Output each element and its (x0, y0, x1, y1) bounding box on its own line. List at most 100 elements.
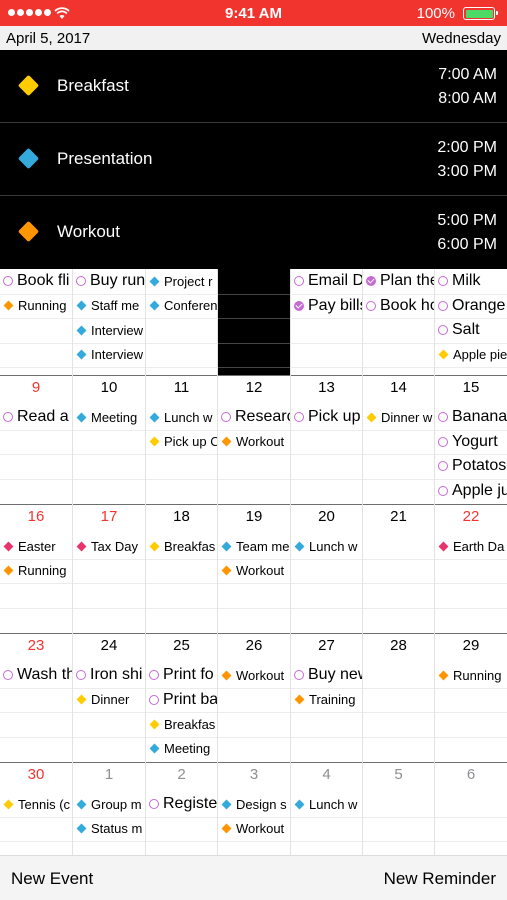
event-diamond-icon[interactable] (149, 743, 160, 754)
calendar-event-item[interactable]: Running (438, 663, 507, 687)
calendar-event-item[interactable]: Workout (221, 817, 290, 841)
event-diamond-icon[interactable] (294, 541, 305, 551)
day-cell[interactable]: Email D Pay bills (291, 269, 363, 375)
reminder-circle-icon[interactable] (294, 276, 304, 286)
reminder-item[interactable]: Registe (149, 792, 217, 816)
calendar-event-item[interactable]: Tax Day (76, 534, 145, 558)
event-diamond-icon[interactable] (3, 300, 14, 311)
reminder-circle-icon[interactable] (294, 412, 304, 422)
reminder-circle-icon[interactable] (438, 412, 448, 422)
calendar-event-item[interactable]: Running (3, 559, 72, 583)
day-cell[interactable]: 26 Workout (218, 633, 291, 762)
reminder-item[interactable]: Plan the (366, 269, 434, 293)
calendar-event-item[interactable]: Running (3, 294, 72, 318)
calendar-event-item[interactable]: Workout (221, 559, 290, 583)
reminder-item[interactable]: Buy run (76, 269, 145, 293)
day-cell[interactable]: 23 Wash th (0, 633, 73, 762)
day-cell[interactable]: 21 (363, 504, 435, 633)
event-diamond-icon[interactable] (149, 719, 160, 729)
reminder-item[interactable]: Pay bills (294, 294, 362, 318)
day-cell[interactable]: 15 Banana Yogurt Potatos Apple ju (435, 375, 507, 504)
reminder-circle-icon[interactable] (438, 485, 448, 496)
calendar-event-item[interactable]: Earth Da (438, 534, 507, 558)
event-diamond-icon[interactable] (221, 565, 232, 576)
reminder-item[interactable]: Salt (438, 318, 507, 342)
day-cell[interactable]: 27 Buy new Training (291, 633, 363, 762)
event-diamond-icon[interactable] (76, 694, 87, 705)
calendar-event-item[interactable]: Design s (221, 792, 290, 816)
reminder-circle-icon[interactable] (221, 412, 231, 422)
day-cell[interactable]: 18 Breakfas (146, 504, 218, 633)
reminder-circle-icon[interactable] (149, 670, 159, 680)
event-diamond-icon[interactable] (76, 325, 87, 335)
event-row-breakfast[interactable]: Breakfast 7:00 AM 8:00 AM (0, 50, 507, 123)
event-row-presentation[interactable]: Presentation 2:00 PM 3:00 PM (0, 123, 507, 196)
event-diamond-icon[interactable] (149, 300, 160, 311)
reminder-item[interactable]: Potatos (438, 454, 507, 478)
reminder-circle-icon[interactable] (3, 276, 13, 286)
day-cell[interactable]: 22 Earth Da (435, 504, 507, 633)
event-diamond-icon[interactable] (221, 823, 232, 834)
event-diamond-icon[interactable] (149, 436, 160, 447)
calendar-event-item[interactable]: Breakfas (149, 712, 217, 736)
day-cell[interactable]: Plan the Book ho (363, 269, 435, 375)
reminder-item[interactable]: Orange (438, 294, 507, 318)
day-cell[interactable]: 11 Lunch w Pick up C (146, 375, 218, 504)
day-cell[interactable]: Buy run Staff me Interview Interview (73, 269, 146, 375)
event-diamond-icon[interactable] (221, 670, 232, 680)
reminder-item[interactable]: Buy new (294, 663, 362, 687)
calendar-event-item[interactable]: Lunch w (149, 405, 217, 429)
day-cell[interactable]: 5 (363, 762, 435, 855)
event-diamond-icon[interactable] (221, 799, 232, 809)
reminder-circle-icon[interactable] (294, 670, 304, 680)
event-diamond-icon[interactable] (438, 349, 449, 360)
reminder-circle-icon[interactable] (76, 276, 86, 286)
reminder-item[interactable]: Wash th (3, 663, 72, 687)
reminder-item[interactable]: Milk (438, 269, 507, 293)
day-cell[interactable]: 19 Team me Workout (218, 504, 291, 633)
event-row-workout[interactable]: Workout 5:00 PM 6:00 PM (0, 196, 507, 269)
calendar-event-item[interactable]: Apple pie (438, 343, 507, 367)
calendar-event-item[interactable]: Interview (76, 343, 145, 367)
calendar-event-item[interactable]: Dinner (76, 688, 145, 712)
event-diamond-icon[interactable] (294, 799, 305, 809)
day-cell[interactable]: 9 Read a (0, 375, 73, 504)
calendar-event-item[interactable]: Easter (3, 534, 72, 558)
day-cell[interactable]: 13 Pick up (291, 375, 363, 504)
day-cell[interactable]: 20 Lunch w (291, 504, 363, 633)
reminder-item[interactable]: Pick up (294, 405, 362, 429)
day-cell[interactable]: 28 (363, 633, 435, 762)
reminder-item[interactable]: Book fli (3, 269, 72, 293)
day-cell[interactable]: Book fli Running (0, 269, 73, 375)
day-cell[interactable]: 16 Easter Running (0, 504, 73, 633)
day-cell[interactable]: 6 (435, 762, 507, 855)
calendar-event-item[interactable]: Team me (221, 534, 290, 558)
calendar-event-item[interactable]: Interview (76, 318, 145, 342)
day-cell[interactable]: 25 Print fo Print ba Breakfas Meeting (146, 633, 218, 762)
event-diamond-icon[interactable] (76, 300, 87, 311)
calendar-event-item[interactable]: Group m (76, 792, 145, 816)
event-diamond-icon[interactable] (294, 694, 305, 705)
event-diamond-icon[interactable] (76, 799, 87, 809)
event-diamond-icon[interactable] (221, 436, 232, 447)
day-cell[interactable]: Project r Conferen (146, 269, 218, 375)
day-cell[interactable]: 10 Meeting (73, 375, 146, 504)
event-diamond-icon[interactable] (76, 823, 87, 834)
day-cell[interactable]: 29 Running (435, 633, 507, 762)
calendar-event-item[interactable]: Dinner w (366, 405, 434, 429)
calendar-event-item[interactable]: Breakfas (149, 534, 217, 558)
reminder-circle-icon[interactable] (149, 694, 159, 705)
day-cell[interactable]: 3 Design s Workout (218, 762, 291, 855)
reminder-item[interactable]: Apple ju (438, 479, 507, 503)
reminder-circle-icon[interactable] (438, 461, 448, 471)
event-diamond-icon[interactable] (76, 541, 87, 551)
event-diamond-icon[interactable] (3, 565, 14, 576)
day-cell[interactable]: 24 Iron shi Dinner (73, 633, 146, 762)
event-diamond-icon[interactable] (438, 541, 449, 551)
event-diamond-icon[interactable] (76, 412, 87, 422)
new-event-button[interactable]: New Event (11, 869, 93, 889)
day-cell[interactable]: Milk Orange Salt Apple pie (435, 269, 507, 375)
reminder-item[interactable]: Email D (294, 269, 362, 293)
calendar-event-item[interactable]: Tennis (c (3, 792, 72, 816)
calendar-event-item[interactable]: Workout (221, 663, 290, 687)
